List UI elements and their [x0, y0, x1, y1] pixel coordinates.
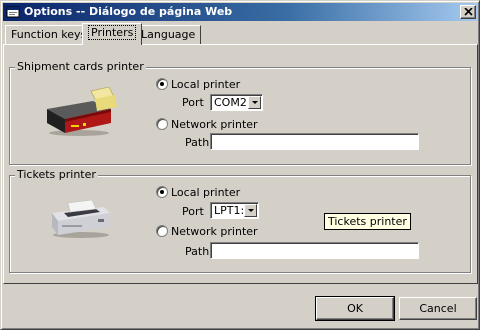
tickets-port-label: Port	[182, 205, 204, 218]
radio-dot	[156, 225, 168, 237]
tooltip: Tickets printer	[324, 213, 411, 230]
radio-dot	[156, 78, 168, 90]
radio-dot	[156, 186, 168, 198]
tab-language[interactable]: Language	[135, 25, 202, 44]
shipment-network-printer-radio[interactable]: Network printer	[156, 118, 258, 132]
close-button[interactable]	[460, 5, 476, 19]
radio-label: Network printer	[171, 225, 258, 238]
chevron-down-icon[interactable]	[244, 204, 257, 217]
tickets-network-printer-radio[interactable]: Network printer	[156, 225, 258, 239]
group-legend: Shipment cards printer	[15, 60, 146, 73]
radio-label: Local printer	[171, 186, 241, 199]
tab-label: Printers	[88, 25, 137, 40]
options-dialog: Options -- Diálogo de página Web Functio…	[0, 0, 480, 330]
tab-label: Language	[141, 28, 196, 41]
radio-label: Network printer	[171, 118, 258, 131]
group-legend: Tickets printer	[15, 168, 98, 181]
select-value: LPT1:	[214, 204, 245, 217]
card-printer-image	[47, 87, 117, 136]
close-icon	[464, 8, 473, 16]
shipment-path-input[interactable]	[210, 133, 419, 150]
shipment-local-printer-radio[interactable]: Local printer	[156, 78, 240, 92]
tab-label: Function keys	[11, 28, 87, 41]
shipment-path-label: Path	[185, 136, 210, 149]
shipment-port-label: Port	[182, 96, 204, 109]
shipment-port-select[interactable]: COM2:	[210, 94, 263, 111]
tab-printers[interactable]: Printers	[82, 23, 143, 45]
tickets-path-label: Path	[185, 245, 210, 258]
chevron-down-icon[interactable]	[248, 96, 261, 109]
dot-matrix-printer-image	[52, 199, 110, 238]
options-window-icon	[6, 6, 20, 18]
tab-function-keys[interactable]: Function keys	[5, 25, 93, 44]
cancel-button[interactable]: Cancel	[399, 297, 477, 320]
radio-dot	[156, 118, 168, 130]
tickets-port-select[interactable]: LPT1:	[210, 202, 259, 219]
select-value: COM2:	[214, 96, 251, 109]
radio-label: Local printer	[171, 78, 241, 91]
tickets-local-printer-radio[interactable]: Local printer	[156, 186, 240, 200]
tickets-path-input[interactable]	[210, 242, 419, 259]
tab-strip: Function keys Printers Language	[3, 23, 473, 45]
title-bar[interactable]: Options -- Diálogo de página Web	[3, 3, 478, 21]
ok-button[interactable]: OK	[315, 296, 395, 321]
window-title: Options -- Diálogo de página Web	[24, 5, 233, 18]
